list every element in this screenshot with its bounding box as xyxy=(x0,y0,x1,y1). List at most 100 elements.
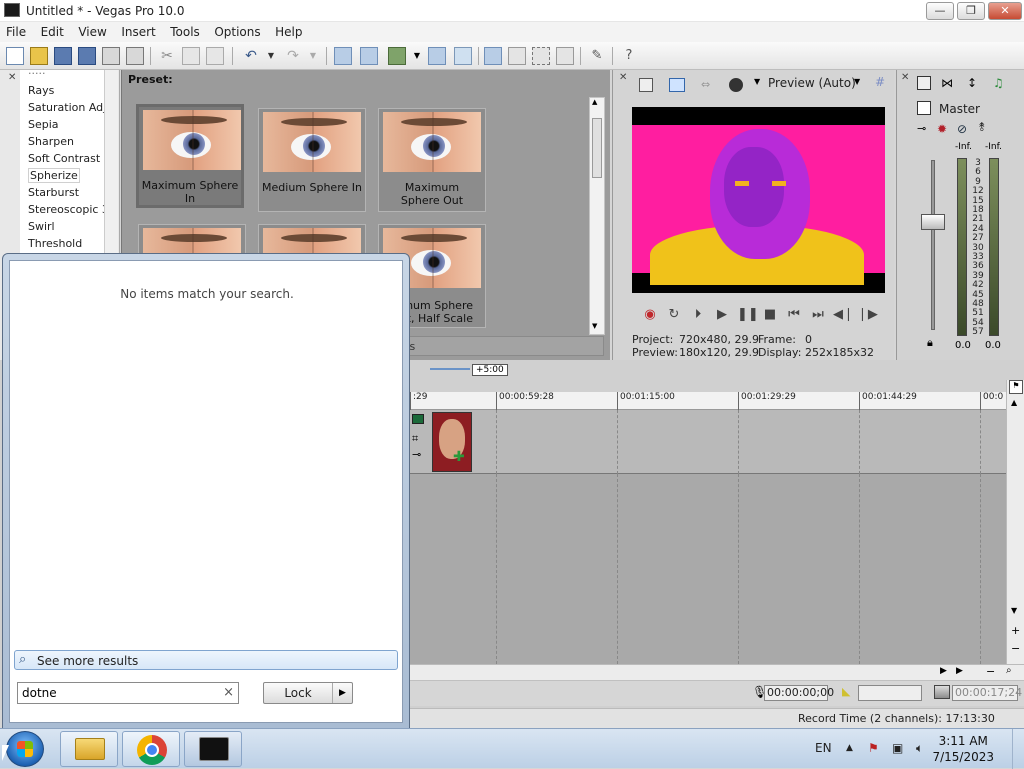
cut-icon[interactable]: ✂ xyxy=(158,47,176,65)
effect-item[interactable]: Rays xyxy=(20,82,104,99)
timeline-horizontal-scrollbar[interactable]: ▶ ▶ − ⌕ xyxy=(410,664,1024,680)
grid-icon[interactable]: # xyxy=(875,75,885,89)
video-output-icon[interactable] xyxy=(639,78,653,92)
language-indicator[interactable]: EN xyxy=(815,741,832,755)
mixer-properties-icon[interactable] xyxy=(917,76,931,90)
preview-quality-dropdown[interactable]: Preview (Auto) xyxy=(768,76,856,90)
paste-icon[interactable] xyxy=(206,47,224,65)
see-more-results-link[interactable]: ⌕ See more results xyxy=(14,650,398,670)
next-frame-icon[interactable]: ❘▶ xyxy=(857,306,878,324)
mute-icon[interactable]: ⊘ xyxy=(957,122,967,136)
event-pan-crop-icon[interactable] xyxy=(412,414,424,424)
chrome-taskbar-button[interactable] xyxy=(122,731,180,767)
effect-item[interactable]: Stereoscopic 3I xyxy=(20,201,104,218)
play-icon[interactable]: ▶ xyxy=(713,306,731,324)
network-icon[interactable]: ▣ xyxy=(892,741,903,755)
timeline-ruler[interactable]: :29 00:00:59:28 00:01:15:00 00:01:29:29 … xyxy=(410,392,1006,410)
timeline-vertical-scrollbar[interactable]: ⚑ ▲ ▼ + − xyxy=(1006,380,1024,664)
new-icon[interactable] xyxy=(6,47,24,65)
effect-item[interactable]: Threshold xyxy=(20,235,104,252)
effect-item[interactable]: Sepia xyxy=(20,116,104,133)
event-fx-icon[interactable]: ⊸ xyxy=(412,448,421,461)
video-event-clip[interactable]: ✚ xyxy=(432,412,472,472)
save-icon[interactable] xyxy=(54,47,72,65)
undo-dropdown-icon[interactable]: ▼ xyxy=(262,47,280,65)
save-as-icon[interactable] xyxy=(78,47,96,65)
crop-icon[interactable]: ⌗ xyxy=(412,432,418,446)
overlays-dropdown-icon[interactable]: ▼ xyxy=(754,77,760,86)
menu-tools[interactable]: Tools xyxy=(164,22,205,39)
zoom-edit-tool-icon[interactable] xyxy=(556,47,574,65)
preview-quality-arrow-icon[interactable]: ▼ xyxy=(854,77,860,86)
menu-view[interactable]: View xyxy=(72,22,111,39)
menu-help[interactable]: Help xyxy=(269,22,307,39)
normal-edit-tool-icon[interactable] xyxy=(484,47,502,65)
auto-ripple-icon[interactable] xyxy=(334,47,352,65)
shutdown-options-arrow-icon[interactable]: ▶ xyxy=(332,683,352,703)
go-to-end-icon[interactable]: ⏭ xyxy=(809,306,827,324)
master-properties-icon[interactable] xyxy=(917,101,931,115)
ignore-grouping-icon[interactable] xyxy=(454,47,472,65)
solo-icon[interactable]: ⥉ xyxy=(979,120,985,135)
clear-search-icon[interactable]: × xyxy=(223,685,234,700)
redo-icon[interactable]: ↷ xyxy=(284,47,302,65)
menu-options[interactable]: Options xyxy=(208,22,265,39)
effect-item[interactable]: Sharpen xyxy=(20,133,104,150)
previous-frame-icon[interactable]: ◀❘ xyxy=(833,306,854,324)
timeline-empty-area[interactable] xyxy=(410,474,1006,664)
whats-this-help-icon[interactable]: ? xyxy=(620,47,638,65)
effect-item[interactable]: Swirl xyxy=(20,218,104,235)
selection-start-field[interactable] xyxy=(858,685,922,701)
effect-item[interactable]: Starburst xyxy=(20,184,104,201)
preset-scrollbar[interactable]: ▲ ▼ xyxy=(589,97,605,335)
play-from-start-icon[interactable]: ⏵ xyxy=(689,306,707,324)
zoom-out-time-icon[interactable]: − xyxy=(986,665,995,678)
show-desktop-button[interactable] xyxy=(1012,729,1024,769)
lock-button[interactable]: Lock ▶ xyxy=(263,682,353,704)
properties-icon[interactable] xyxy=(102,47,120,65)
auto-crossfade-icon[interactable] xyxy=(388,47,406,65)
panel-close-icon[interactable]: ✕ xyxy=(619,72,627,83)
overlays-icon[interactable] xyxy=(729,78,743,92)
lock-faders-icon[interactable]: 🔒︎ xyxy=(927,336,933,350)
undo-icon[interactable]: ↶ xyxy=(242,47,260,65)
vegas-taskbar-button[interactable] xyxy=(184,731,242,767)
preview-settings-icon[interactable]: ⇔ xyxy=(701,78,717,92)
crossfade-dropdown-icon[interactable]: ▼ xyxy=(408,47,426,65)
preset-thumbnail[interactable]: Medium Sphere In xyxy=(258,108,366,212)
stop-icon[interactable]: ■ xyxy=(761,306,779,324)
presets-tab[interactable]: rs xyxy=(400,336,604,356)
zoom-in-icon[interactable]: + xyxy=(1011,624,1020,637)
start-search-field[interactable]: × xyxy=(17,682,239,704)
start-button[interactable] xyxy=(6,731,44,767)
enable-snapping-icon[interactable] xyxy=(360,47,378,65)
volume-muted-icon[interactable]: 🔈︎ xyxy=(916,741,923,756)
close-button[interactable]: ✕ xyxy=(988,2,1022,20)
copy-icon[interactable] xyxy=(182,47,200,65)
video-track[interactable]: ⌗ ⊸ xyxy=(410,410,1006,474)
maximize-button[interactable]: ❐ xyxy=(957,2,985,20)
master-fx-icon[interactable]: ⊸ xyxy=(917,122,926,135)
mute-edit-icon[interactable]: ✎ xyxy=(588,47,606,65)
envelope-edit-tool-icon[interactable] xyxy=(508,47,526,65)
record-icon[interactable]: ◉ xyxy=(641,306,659,324)
master-fader-handle[interactable] xyxy=(921,214,945,230)
insert-bus-icon[interactable]: ⋈ xyxy=(941,76,953,90)
preset-thumbnail[interactable]: Maximum Sphere Out xyxy=(378,108,486,212)
marker-flag-icon[interactable]: ⚑ xyxy=(1009,380,1023,394)
effect-item-selected[interactable]: Spherize xyxy=(20,167,104,184)
zoom-out-icon[interactable]: − xyxy=(1011,642,1020,655)
selection-edit-tool-icon[interactable] xyxy=(532,47,550,65)
show-hidden-icons[interactable]: ▲ xyxy=(846,743,853,753)
effects-list-scrollbar[interactable] xyxy=(104,70,118,260)
downmix-icon[interactable]: ♫ xyxy=(993,76,1004,90)
pause-icon[interactable]: ❚❚ xyxy=(737,306,759,324)
search-input[interactable] xyxy=(20,685,210,701)
loop-playback-icon[interactable]: ↻ xyxy=(665,306,683,324)
menu-file[interactable]: File xyxy=(0,22,31,39)
system-clock[interactable]: 3:11 AM 7/15/2023 xyxy=(932,733,994,765)
minimize-button[interactable]: — xyxy=(926,2,954,20)
cursor-position[interactable]: 00:00:00;00 xyxy=(764,685,834,701)
open-icon[interactable] xyxy=(30,47,48,65)
effect-item[interactable]: Saturation Adju xyxy=(20,99,104,116)
